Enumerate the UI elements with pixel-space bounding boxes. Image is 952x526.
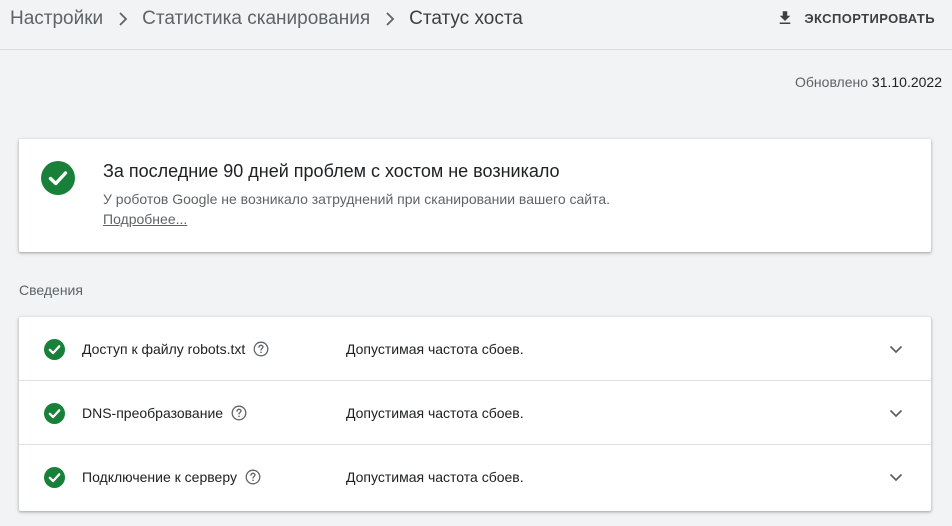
detail-row-server-connection[interactable]: Подключение к серверу Допустимая частота… <box>19 445 931 511</box>
help-icon[interactable] <box>253 341 269 357</box>
check-circle-icon <box>44 467 65 488</box>
detail-status: Допустимая частота сбоев. <box>346 469 524 485</box>
details-section-label: Сведения <box>19 282 83 298</box>
updated-label: Обновлено <box>795 74 869 90</box>
summary-description: У роботов Google не возникало затруднени… <box>103 191 611 207</box>
detail-status: Допустимая частота сбоев. <box>346 405 524 421</box>
detail-status: Допустимая частота сбоев. <box>346 341 524 357</box>
chevron-down-icon[interactable] <box>887 340 905 358</box>
chevron-right-icon <box>118 12 128 26</box>
export-label: ЭКСПОРТИРОВАТЬ <box>804 10 935 26</box>
top-bar: Настройки Статистика сканирования Статус… <box>0 0 952 50</box>
chevron-right-icon <box>385 12 395 26</box>
updated-info: Обновлено 31.10.2022 <box>795 74 942 90</box>
detail-row-dns-resolution[interactable]: DNS-преобразование Допустимая частота сб… <box>19 381 931 445</box>
breadcrumb-crawl-stats[interactable]: Статистика сканирования <box>142 8 370 30</box>
detail-name-text: Доступ к файлу robots.txt <box>82 341 246 357</box>
breadcrumb: Настройки Статистика сканирования Статус… <box>10 8 523 30</box>
host-status-summary-card: За последние 90 дней проблем с хостом не… <box>19 139 931 252</box>
details-card: Доступ к файлу robots.txt Допустимая час… <box>19 317 931 511</box>
help-icon[interactable] <box>245 469 261 485</box>
check-circle-icon <box>44 403 65 424</box>
detail-row-robots-txt[interactable]: Доступ к файлу robots.txt Допустимая час… <box>19 317 931 381</box>
detail-name: DNS-преобразование <box>82 405 247 421</box>
chevron-down-icon[interactable] <box>887 404 905 422</box>
summary-title: За последние 90 дней проблем с хостом не… <box>103 161 560 181</box>
detail-name: Доступ к файлу robots.txt <box>82 341 269 357</box>
detail-name-text: DNS-преобразование <box>82 405 224 421</box>
check-circle-icon <box>44 339 65 360</box>
check-circle-icon <box>41 161 75 195</box>
download-icon <box>776 9 794 27</box>
updated-date: 31.10.2022 <box>871 74 942 90</box>
page-title: Статус хоста <box>409 8 523 29</box>
detail-name: Подключение к серверу <box>82 469 261 485</box>
learn-more-link[interactable]: Подробнее... <box>103 211 187 227</box>
chevron-down-icon[interactable] <box>887 468 905 486</box>
export-button[interactable]: ЭКСПОРТИРОВАТЬ <box>776 9 935 27</box>
help-icon[interactable] <box>231 405 247 421</box>
detail-name-text: Подключение к серверу <box>82 469 237 485</box>
breadcrumb-settings[interactable]: Настройки <box>10 8 103 30</box>
